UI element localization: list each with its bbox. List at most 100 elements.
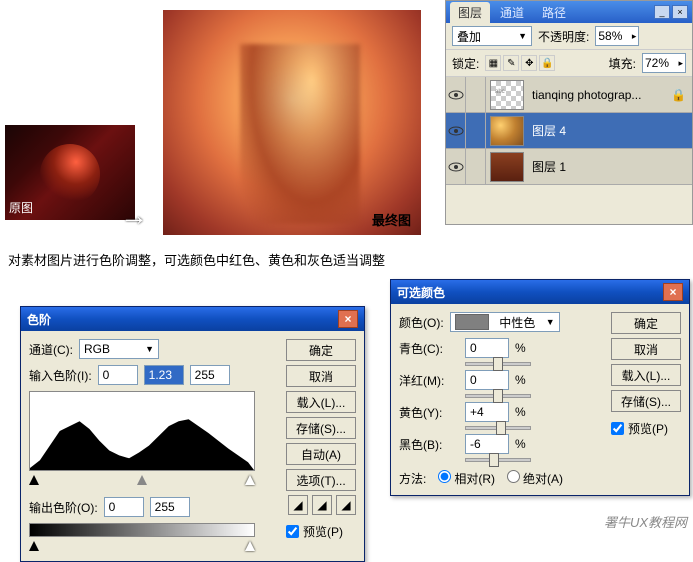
layer-thumb[interactable] bbox=[490, 116, 524, 146]
dialog-titlebar[interactable]: 色阶 × bbox=[21, 307, 364, 331]
final-label: 最终图 bbox=[372, 210, 411, 229]
layer-name[interactable]: 图层 4 bbox=[528, 122, 566, 139]
cancel-button[interactable]: 取消 bbox=[611, 338, 681, 360]
gamma-slider[interactable] bbox=[137, 475, 147, 485]
opacity-input[interactable]: 58% ▸ bbox=[595, 26, 639, 46]
opacity-label: 不透明度: bbox=[538, 28, 589, 45]
blend-mode-value: 叠加 bbox=[457, 28, 481, 45]
slider-value-field[interactable] bbox=[465, 338, 509, 358]
slider-thumb[interactable] bbox=[489, 453, 499, 467]
dialog-titlebar[interactable]: 可选颜色 × bbox=[391, 280, 689, 304]
layer-thumb[interactable] bbox=[490, 152, 524, 182]
slider-track[interactable] bbox=[465, 394, 531, 398]
slider-value-field[interactable] bbox=[465, 370, 509, 390]
fill-input[interactable]: 72% ▸ bbox=[642, 53, 686, 73]
tab-channels[interactable]: 通道 bbox=[492, 2, 532, 23]
cancel-button[interactable]: 取消 bbox=[286, 365, 356, 387]
output-white-field[interactable] bbox=[150, 497, 190, 517]
input-gamma-field[interactable] bbox=[144, 365, 184, 385]
panel-titlebar: 图层 通道 路径 _ × bbox=[446, 1, 692, 23]
slider-row: 青色(C):% bbox=[399, 338, 601, 358]
relative-radio[interactable] bbox=[438, 470, 451, 483]
preview-checkbox[interactable] bbox=[611, 422, 624, 435]
percent-unit: % bbox=[515, 373, 529, 387]
lock-position-icon[interactable]: ✥ bbox=[521, 55, 537, 71]
preview-checkbox[interactable] bbox=[286, 525, 299, 538]
slider-track[interactable] bbox=[465, 458, 531, 462]
ok-button[interactable]: 确定 bbox=[611, 312, 681, 334]
slider-label: 青色(C): bbox=[399, 340, 459, 357]
close-button[interactable]: × bbox=[338, 310, 358, 328]
absolute-radio[interactable] bbox=[507, 470, 520, 483]
color-value: 中性色 bbox=[499, 314, 535, 331]
visibility-toggle[interactable] bbox=[446, 149, 466, 185]
save-button[interactable]: 存储(S)... bbox=[286, 417, 356, 439]
layer-row[interactable]: 图层 4 bbox=[446, 113, 692, 149]
link-slot[interactable] bbox=[466, 149, 486, 185]
link-slot[interactable] bbox=[466, 113, 486, 149]
layer-row[interactable]: 图层 1 bbox=[446, 149, 692, 185]
slider-value-field[interactable] bbox=[465, 434, 509, 454]
blend-mode-select[interactable]: 叠加 ▼ bbox=[452, 26, 532, 46]
watermark: 署牛UX教程网 bbox=[604, 512, 687, 531]
output-black-slider[interactable] bbox=[29, 541, 39, 551]
slider-thumb[interactable] bbox=[493, 357, 503, 371]
preview-label: 预览(P) bbox=[303, 523, 343, 540]
close-button[interactable]: × bbox=[663, 283, 683, 301]
lock-paint-icon[interactable]: ✎ bbox=[503, 55, 519, 71]
options-button[interactable]: 选项(T)... bbox=[286, 469, 356, 491]
slider-label: 洋红(M): bbox=[399, 372, 459, 389]
layer-row[interactable]: abc tianqing photograp... 🔒 bbox=[446, 77, 692, 113]
layer-thumb[interactable]: abc bbox=[490, 80, 524, 110]
relative-radio-label[interactable]: 相对(R) bbox=[438, 470, 495, 487]
output-slider-track[interactable] bbox=[29, 541, 255, 553]
original-image: 原图 bbox=[5, 125, 135, 220]
load-button[interactable]: 载入(L)... bbox=[286, 391, 356, 413]
load-button[interactable]: 载入(L)... bbox=[611, 364, 681, 386]
slider-track[interactable] bbox=[465, 362, 531, 366]
original-label: 原图 bbox=[9, 199, 33, 216]
input-slider-track[interactable] bbox=[29, 475, 255, 487]
close-icon[interactable]: × bbox=[672, 5, 688, 19]
slider-track[interactable] bbox=[465, 426, 531, 430]
white-dropper-icon[interactable]: ◢ bbox=[336, 495, 356, 515]
slider-value-field[interactable] bbox=[465, 402, 509, 422]
link-slot[interactable] bbox=[466, 77, 486, 113]
dialog-title: 可选颜色 bbox=[397, 284, 445, 301]
save-button[interactable]: 存储(S)... bbox=[611, 390, 681, 412]
selective-color-dialog: 可选颜色 × 颜色(O): 中性色 ▼ 青色(C):%洋红(M):%黄色(Y):… bbox=[390, 279, 690, 496]
percent-unit: % bbox=[515, 341, 529, 355]
black-dropper-icon[interactable]: ◢ bbox=[288, 495, 308, 515]
lock-transparency-icon[interactable]: ▦ bbox=[485, 55, 501, 71]
black-point-slider[interactable] bbox=[29, 475, 39, 485]
preview-label: 预览(P) bbox=[628, 420, 668, 437]
channel-select[interactable]: RGB ▼ bbox=[79, 339, 159, 359]
minimize-icon[interactable]: _ bbox=[654, 5, 670, 19]
slider-thumb[interactable] bbox=[493, 389, 503, 403]
histogram bbox=[29, 391, 255, 471]
absolute-radio-label[interactable]: 绝对(A) bbox=[507, 470, 563, 487]
gray-dropper-icon[interactable]: ◢ bbox=[312, 495, 332, 515]
chevron-down-icon: ▼ bbox=[546, 317, 555, 327]
layers-panel: 图层 通道 路径 _ × 叠加 ▼ 不透明度: 58% ▸ 锁定: ▦ ✎ ✥ … bbox=[445, 0, 693, 225]
input-white-field[interactable] bbox=[190, 365, 230, 385]
output-black-field[interactable] bbox=[104, 497, 144, 517]
visibility-toggle[interactable] bbox=[446, 77, 466, 113]
output-white-slider[interactable] bbox=[245, 541, 255, 551]
lock-all-icon[interactable]: 🔒 bbox=[539, 55, 555, 71]
slider-label: 黄色(Y): bbox=[399, 404, 459, 421]
visibility-toggle[interactable] bbox=[446, 113, 466, 149]
layer-list: abc tianqing photograp... 🔒 图层 4 图层 1 bbox=[446, 77, 692, 185]
tab-paths[interactable]: 路径 bbox=[534, 2, 574, 23]
ok-button[interactable]: 确定 bbox=[286, 339, 356, 361]
dialog-title: 色阶 bbox=[27, 311, 51, 328]
instruction-text: 对素材图片进行色阶调整，可选颜色中红色、黄色和灰色适当调整 bbox=[8, 250, 385, 269]
layer-name[interactable]: 图层 1 bbox=[528, 158, 566, 175]
color-select[interactable]: 中性色 ▼ bbox=[450, 312, 560, 332]
slider-thumb[interactable] bbox=[496, 421, 506, 435]
tab-layers[interactable]: 图层 bbox=[450, 2, 490, 23]
white-point-slider[interactable] bbox=[245, 475, 255, 485]
input-black-field[interactable] bbox=[98, 365, 138, 385]
auto-button[interactable]: 自动(A) bbox=[286, 443, 356, 465]
layer-name[interactable]: tianqing photograp... bbox=[528, 88, 641, 102]
